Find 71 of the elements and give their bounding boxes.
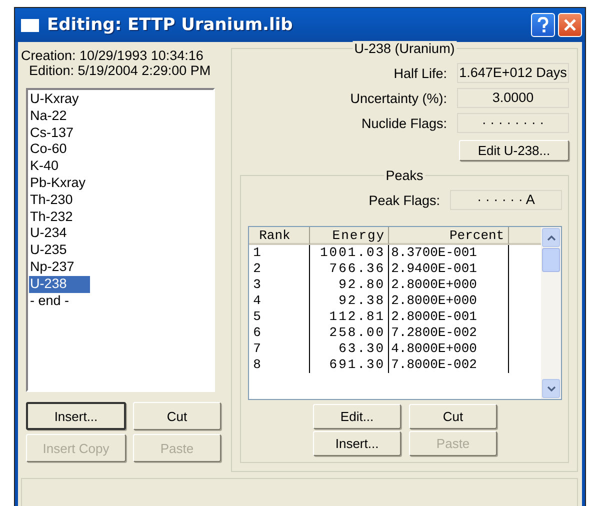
peak-flags-field: · · · · · · A — [450, 190, 562, 210]
list-item[interactable]: Th-230 — [29, 192, 90, 209]
group-title: U-238 (Uranium) — [352, 41, 457, 56]
table-cell: 7 — [249, 341, 310, 357]
table-cell: 258.00 — [310, 325, 390, 341]
table-cell: 8 — [249, 357, 310, 373]
list-item[interactable]: U-238 — [29, 276, 90, 293]
list-item[interactable]: Th-232 — [29, 208, 90, 226]
list-item[interactable]: U-235 — [29, 242, 90, 259]
list-button[interactable]: Insert... — [26, 402, 126, 430]
field-label: Peak Flags: — [368, 192, 440, 208]
table-cell: 766.36 — [310, 261, 390, 277]
window-icon — [21, 18, 39, 32]
table-cell: 1001.03 — [310, 245, 390, 261]
table-cell: 63.30 — [310, 341, 390, 357]
field-label: Uncertainty (%): — [350, 90, 447, 106]
column-header[interactable]: Energy — [310, 227, 390, 245]
peak-button[interactable]: Cut — [409, 404, 498, 429]
table-cell: 8.3700E-001 — [389, 245, 510, 261]
table-cell: 112.81 — [310, 309, 390, 325]
table-cell: 2.8000E+000 — [389, 277, 510, 293]
list-item[interactable]: K-40 — [29, 158, 90, 175]
nuclide-list[interactable]: U-Kxray Na-22 Cs-137 Co-60 K-40 Pb-Kxray Th-230 Th-232 U-234 U-235 Np-237 U-238 - end - — [26, 88, 216, 392]
help-icon — [536, 17, 550, 33]
value-field: · · · · · · · · — [457, 113, 569, 133]
list-item[interactable]: Pb-Kxray — [29, 174, 90, 192]
table-cell: 2 — [249, 261, 310, 277]
peak-button[interactable]: Insert... — [313, 431, 402, 456]
table-cell: 92.80 — [310, 277, 390, 293]
scroll-down-button[interactable] — [542, 379, 560, 398]
creation-date: Creation: 10/29/1993 10:34:16 — [21, 48, 204, 63]
scroll-up-button[interactable] — [542, 228, 560, 247]
table-cell: 1 — [249, 245, 310, 261]
list-item[interactable]: - end - — [29, 292, 90, 310]
table-cell: 3 — [249, 277, 310, 293]
chevron-down-icon — [546, 386, 556, 392]
window-title: Editing: ETTP Uranium.lib — [47, 15, 293, 35]
list-item[interactable]: U-234 — [29, 225, 90, 242]
list-item[interactable]: Np-237 — [29, 258, 90, 276]
list-item[interactable]: Cs-137 — [29, 124, 90, 142]
close-button[interactable] — [558, 13, 582, 37]
scroll-thumb[interactable] — [542, 248, 560, 272]
table-cell: 92.38 — [310, 293, 390, 309]
help-button[interactable] — [531, 13, 555, 37]
scrollbar[interactable] — [541, 227, 561, 399]
table-cell: 691.30 — [310, 357, 390, 373]
value-field: 1.647E+012 Days — [457, 63, 569, 83]
field-label: Nuclide Flags: — [361, 116, 447, 130]
close-icon — [563, 18, 577, 32]
list-item[interactable]: Co-60 — [29, 141, 90, 158]
edition-date: Edition: 5/19/2004 2:29:00 PM — [29, 63, 212, 78]
edit-nuclide-button[interactable]: Edit U-238... — [459, 140, 569, 161]
value-field: 3.0000 — [457, 88, 569, 108]
table-cell: 2.9400E-001 — [389, 261, 510, 277]
list-item[interactable]: Na-22 — [29, 108, 90, 125]
column-header[interactable]: Rank — [249, 227, 310, 245]
table-cell: 4 — [249, 293, 310, 309]
table-cell: 7.8000E-002 — [389, 357, 510, 373]
list-item[interactable]: U-Kxray — [29, 91, 90, 108]
table-cell: 2.8000E-001 — [389, 309, 510, 325]
table-cell: 6 — [249, 325, 310, 341]
table-cell: 7.2800E-002 — [389, 325, 510, 341]
chevron-up-icon — [546, 234, 556, 240]
table-cell: 2.8000E+000 — [389, 293, 510, 309]
list-button[interactable]: Cut — [133, 402, 221, 430]
table-cell: 4.8000E+000 — [389, 341, 510, 357]
field-label: Half Life: — [394, 66, 447, 80]
column-header[interactable]: Percent — [389, 227, 510, 245]
table-cell: 5 — [249, 309, 310, 325]
group-title: Peaks — [384, 168, 426, 183]
peak-button[interactable]: Edit... — [313, 404, 402, 429]
